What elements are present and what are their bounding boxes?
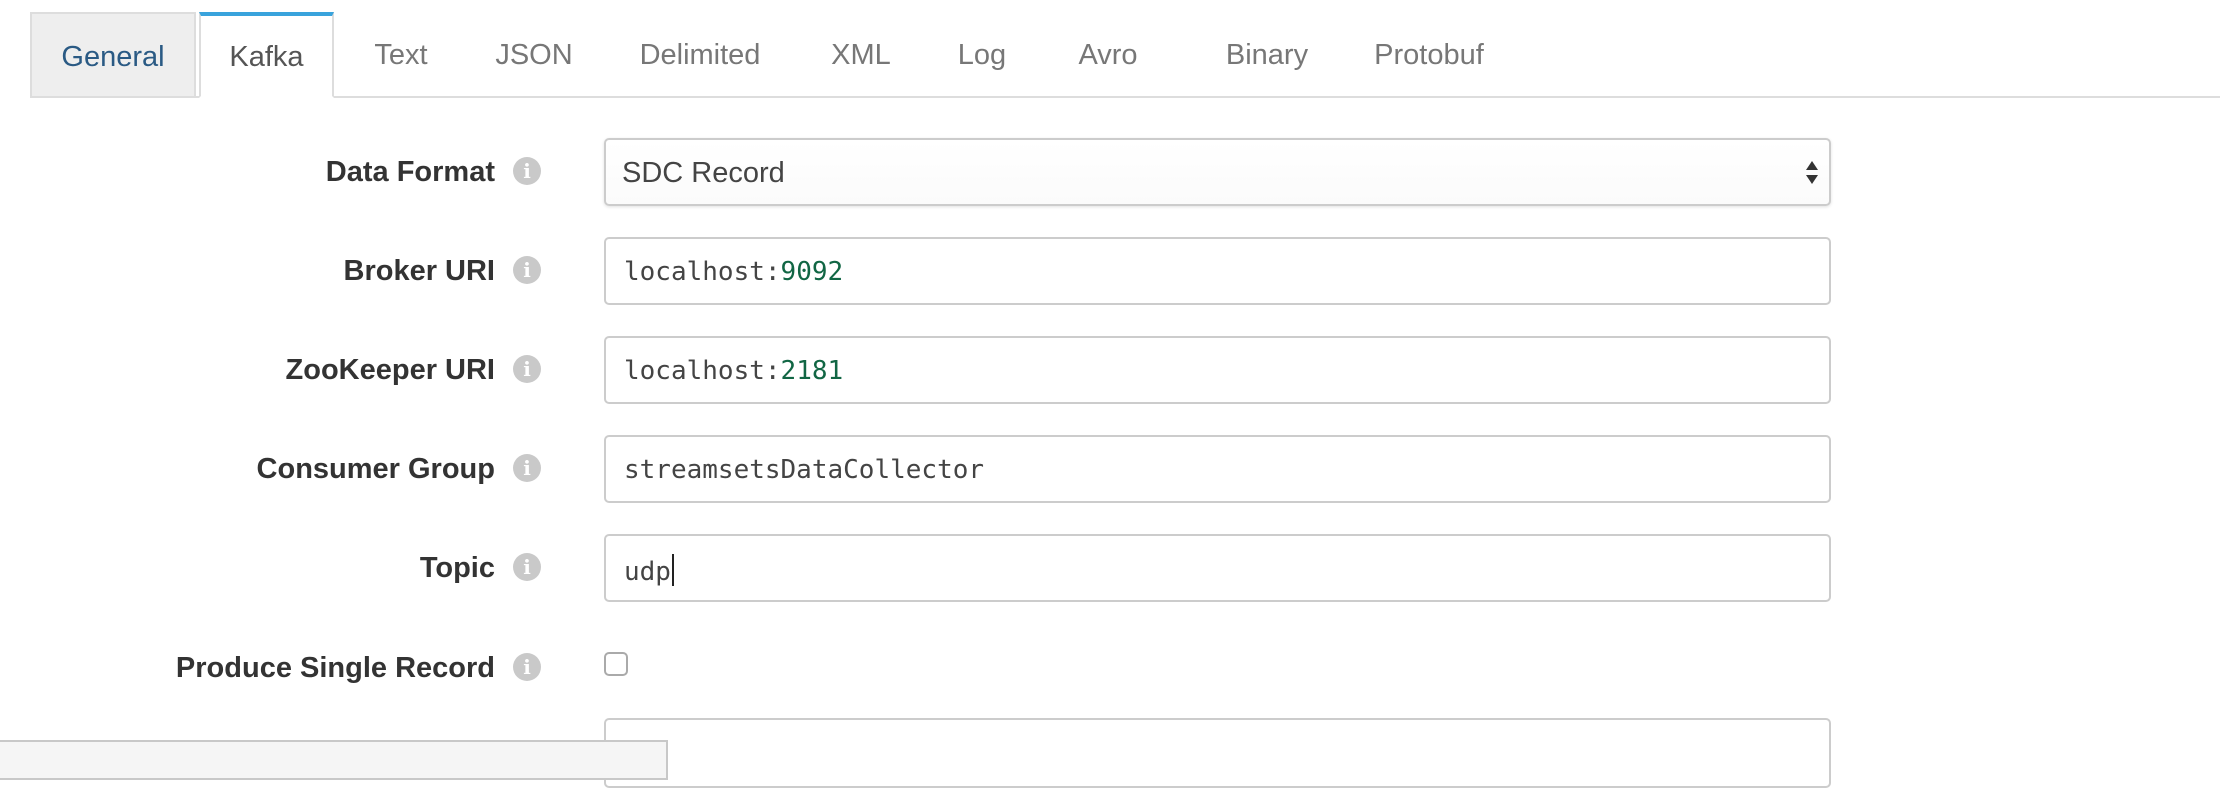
consumer-group-label: Consumer Group <box>256 453 495 485</box>
zookeeper-uri-value: localhost:2181 <box>624 356 843 386</box>
tab-text[interactable]: Text <box>356 12 446 96</box>
info-icon[interactable]: i <box>513 553 541 581</box>
broker-uri-port: 9092 <box>780 257 844 287</box>
tab-protobuf[interactable]: Protobuf <box>1340 12 1518 96</box>
zookeeper-uri-port: 2181 <box>780 356 844 386</box>
produce-single-record-label: Produce Single Record <box>175 652 495 684</box>
sort-arrows-icon <box>1806 161 1818 184</box>
tab-log-label: Log <box>957 39 1007 71</box>
broker-uri-value: localhost:9092 <box>624 257 843 287</box>
consumer-group-input[interactable]: streamsetsDataCollector <box>604 435 1831 503</box>
topic-value-wrap: udp <box>624 554 674 587</box>
zookeeper-uri-label: ZooKeeper URI <box>285 354 495 386</box>
tab-text-label: Text <box>374 39 428 71</box>
tab-bar: General Kafka Text JSON Delimited XML Lo… <box>30 12 2220 98</box>
tab-delimited[interactable]: Delimited <box>620 12 780 96</box>
broker-uri-host: localhost: <box>624 257 781 287</box>
data-format-select[interactable]: SDC Record <box>604 138 1831 206</box>
tab-binary[interactable]: Binary <box>1200 12 1334 96</box>
text-cursor <box>671 554 674 586</box>
tab-general[interactable]: General <box>30 12 196 96</box>
topic-value: udp <box>624 557 671 587</box>
tab-avro[interactable]: Avro <box>1060 12 1156 96</box>
tab-xml-label: XML <box>831 39 891 71</box>
info-icon[interactable]: i <box>513 157 541 185</box>
zookeeper-uri-input[interactable]: localhost:2181 <box>604 336 1831 404</box>
info-icon[interactable]: i <box>513 653 541 681</box>
tab-log[interactable]: Log <box>940 12 1024 96</box>
topic-label: Topic <box>419 552 495 584</box>
topic-input[interactable]: udp <box>604 534 1831 602</box>
produce-single-record-checkbox[interactable] <box>604 652 628 676</box>
tab-protobuf-label: Protobuf <box>1374 39 1484 71</box>
tab-general-label: General <box>61 41 165 73</box>
tab-binary-label: Binary <box>1225 39 1309 71</box>
info-icon[interactable]: i <box>513 256 541 284</box>
data-format-value: SDC Record <box>622 157 785 189</box>
partial-input[interactable]: 00 <box>604 718 1831 788</box>
info-icon[interactable]: i <box>513 355 541 383</box>
consumer-group-value: streamsetsDataCollector <box>624 455 985 485</box>
tab-json[interactable]: JSON <box>479 12 589 96</box>
tab-xml[interactable]: XML <box>813 12 909 96</box>
data-format-label: Data Format <box>325 156 495 188</box>
tab-avro-label: Avro <box>1078 39 1138 71</box>
broker-uri-input[interactable]: localhost:9092 <box>604 237 1831 305</box>
broker-uri-label: Broker URI <box>343 255 496 287</box>
tab-delimited-label: Delimited <box>639 39 761 71</box>
info-icon[interactable]: i <box>513 454 541 482</box>
tab-json-label: JSON <box>495 39 573 71</box>
tab-kafka-label: Kafka <box>229 41 304 73</box>
zookeeper-uri-host: localhost: <box>624 356 781 386</box>
tab-kafka[interactable]: Kafka <box>199 12 334 98</box>
bottom-overlay-bar <box>0 740 668 780</box>
